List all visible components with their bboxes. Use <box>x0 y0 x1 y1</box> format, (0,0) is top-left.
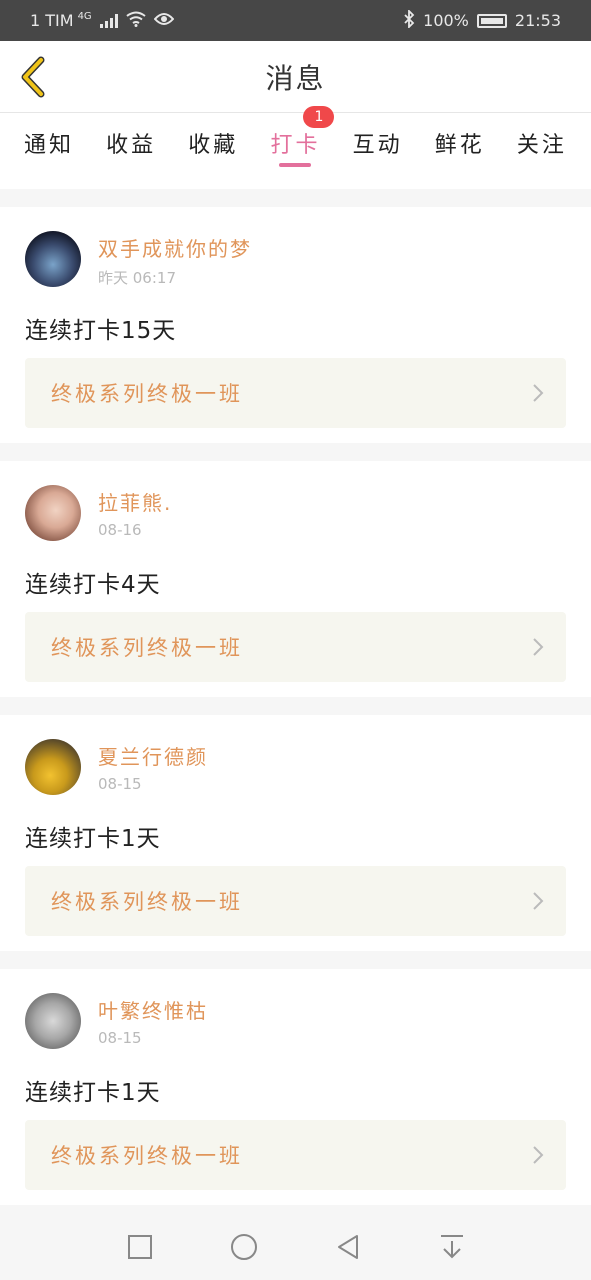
username[interactable]: 拉菲熊. <box>98 487 172 516</box>
username[interactable]: 双手成就你的梦 <box>98 233 252 262</box>
triangle-back-icon <box>337 1235 358 1259</box>
signal-icon <box>99 13 118 28</box>
tab-interaction[interactable]: 互动 <box>339 113 417 189</box>
active-tab-indicator <box>279 163 312 167</box>
tab-label: 收藏 <box>188 133 239 158</box>
tab-checkin[interactable]: 打卡 1 <box>256 106 335 189</box>
class-name: 终极系列终极一班 <box>51 1144 243 1168</box>
tab-earnings[interactable]: 收益 <box>92 113 170 189</box>
chevron-right-icon <box>532 637 544 657</box>
tab-label: 关注 <box>516 133 567 158</box>
avatar[interactable] <box>25 739 81 795</box>
home-button[interactable] <box>192 1214 296 1280</box>
tab-follow[interactable]: 关注 <box>503 113 581 189</box>
tab-label: 鲜花 <box>434 133 485 158</box>
page-title: 消息 <box>265 61 326 95</box>
username[interactable]: 叶繁终惟枯 <box>98 995 208 1024</box>
avatar[interactable] <box>25 485 81 541</box>
class-link[interactable]: 终极系列终极一班 <box>25 358 566 428</box>
unread-badge: 1 <box>303 106 335 128</box>
clock: 21:53 <box>514 11 561 30</box>
status-right: 100% 21:53 <box>403 8 561 32</box>
tab-bar: 通知 收益 收藏 打卡 1 互动 鲜花 关注 <box>0 106 591 189</box>
network-type: 4G <box>77 10 92 22</box>
battery-icon <box>476 13 507 28</box>
wifi-icon <box>126 11 146 31</box>
tab-flowers[interactable]: 鲜花 <box>421 113 499 189</box>
tab-notifications[interactable]: 通知 <box>10 113 88 189</box>
status-bar: 1 TIM 4G 100% 21:53 <box>0 0 591 41</box>
tab-label: 通知 <box>23 133 74 158</box>
carrier-label: 1 TIM <box>30 11 74 30</box>
chevron-left-icon <box>21 56 45 98</box>
username[interactable]: 夏兰行德颜 <box>98 741 208 770</box>
tab-label: 互动 <box>352 133 403 158</box>
timestamp: 08-15 <box>98 775 142 793</box>
eye-icon <box>153 11 175 30</box>
back-button[interactable] <box>10 53 54 101</box>
class-link[interactable]: 终极系列终极一班 <box>25 1120 566 1190</box>
list-item: 叶繁终惟枯 08-15 连续打卡1天 终极系列终极一班 <box>0 969 591 1205</box>
down-arrow-icon <box>440 1235 463 1259</box>
back-nav-button[interactable] <box>296 1214 400 1280</box>
timestamp: 08-15 <box>98 1029 142 1047</box>
header: 消息 <box>0 41 591 113</box>
class-name: 终极系列终极一班 <box>51 636 243 660</box>
tab-label: 收益 <box>106 133 157 158</box>
system-nav-bar <box>0 1214 591 1280</box>
checkin-list: 双手成就你的梦 昨天 06:17 连续打卡15天 终极系列终极一班 拉菲熊. 0… <box>0 207 591 1223</box>
avatar[interactable] <box>25 993 81 1049</box>
circle-home-icon <box>230 1234 257 1260</box>
list-item: 夏兰行德颜 08-15 连续打卡1天 终极系列终极一班 <box>0 715 591 951</box>
chevron-right-icon <box>532 383 544 403</box>
checkin-message: 连续打卡15天 <box>25 318 177 344</box>
class-link[interactable]: 终极系列终极一班 <box>25 866 566 936</box>
chevron-right-icon <box>532 891 544 911</box>
status-left: 1 TIM 4G <box>30 10 175 31</box>
recents-button[interactable] <box>88 1214 192 1280</box>
checkin-message: 连续打卡1天 <box>25 826 161 852</box>
list-item: 拉菲熊. 08-16 连续打卡4天 终极系列终极一班 <box>0 461 591 697</box>
timestamp: 08-16 <box>98 521 142 539</box>
notification-shade-button[interactable] <box>400 1214 504 1280</box>
battery-percent: 100% <box>423 11 469 30</box>
bluetooth-icon <box>403 8 415 32</box>
tab-favorites[interactable]: 收藏 <box>174 113 252 189</box>
tab-label: 打卡 <box>270 133 321 158</box>
checkin-message: 连续打卡4天 <box>25 572 161 598</box>
square-icon <box>127 1235 152 1259</box>
class-name: 终极系列终极一班 <box>51 890 243 914</box>
class-link[interactable]: 终极系列终极一班 <box>25 612 566 682</box>
checkin-message: 连续打卡1天 <box>25 1080 161 1106</box>
timestamp: 昨天 06:17 <box>98 269 176 287</box>
list-item: 双手成就你的梦 昨天 06:17 连续打卡15天 终极系列终极一班 <box>0 207 591 443</box>
class-name: 终极系列终极一班 <box>51 382 243 406</box>
chevron-right-icon <box>532 1145 544 1165</box>
avatar[interactable] <box>25 231 81 287</box>
